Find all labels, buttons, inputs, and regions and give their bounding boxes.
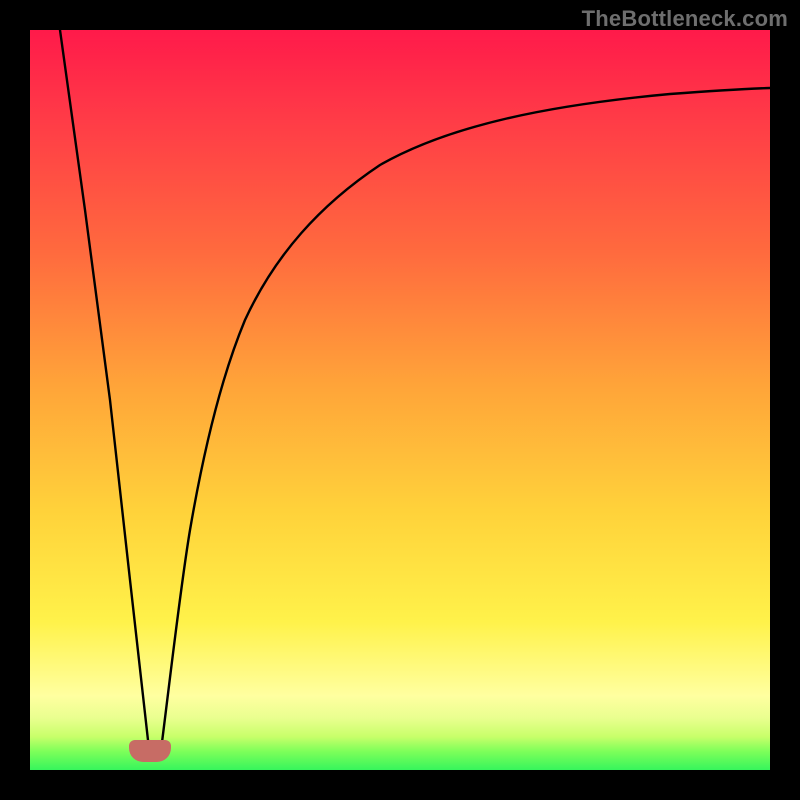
chart-frame: TheBottleneck.com	[0, 0, 800, 800]
plot-area	[30, 30, 770, 770]
watermark-text: TheBottleneck.com	[582, 6, 788, 32]
curve-right-branch	[160, 88, 770, 758]
curve-layer	[30, 30, 770, 770]
curve-left-branch	[60, 30, 150, 758]
minimum-marker	[129, 740, 171, 762]
